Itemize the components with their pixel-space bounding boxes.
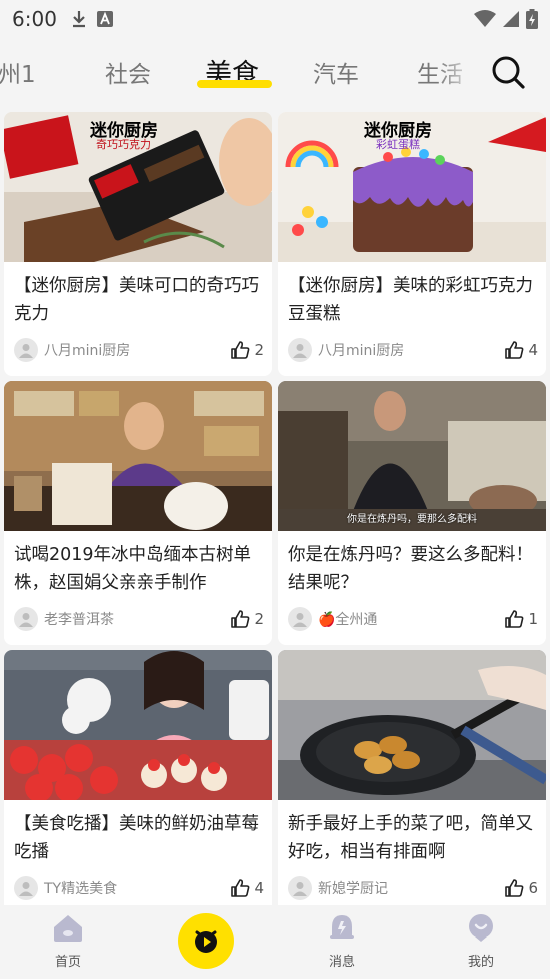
author-avatar[interactable]	[288, 607, 312, 631]
video-card-4[interactable]: 你是在炼丹吗，要那么多配料 你是在炼丹吗？要这么多配料！结果呢？ 🍎全州通 1	[278, 381, 546, 645]
video-card-2[interactable]: 迷你厨房 彩虹蛋糕 【迷你厨房】美味的彩虹巧克力豆蛋糕 八月mini厨房 4	[278, 112, 546, 376]
bell-icon	[330, 915, 354, 939]
home-icon	[54, 915, 82, 942]
author-name[interactable]: TY精选美食	[44, 878, 117, 898]
signal-icon	[503, 11, 519, 27]
author-name[interactable]: 八月mini厨房	[318, 340, 404, 360]
like-count: 4	[528, 341, 538, 359]
video-thumbnail-2[interactable]: 迷你厨房 彩虹蛋糕	[278, 112, 546, 262]
download-icon	[72, 11, 85, 28]
video-meta: 🍎全州通 1	[288, 606, 538, 632]
author-avatar[interactable]	[14, 876, 38, 900]
video-meta: TY精选美食 4	[14, 875, 264, 901]
like-button[interactable]: 4	[504, 340, 538, 360]
thumbs-up-icon	[505, 341, 524, 359]
wifi-icon	[474, 10, 496, 27]
video-card-3[interactable]: 试喝2019年冰中岛缅本古树单株，赵国娟父亲亲手制作 老李普洱茶 2	[4, 381, 272, 645]
user-avatar-icon	[293, 344, 307, 358]
author-name[interactable]: 🍎全州通	[318, 609, 377, 629]
thumbnail-overlay-subtitle-2: 彩虹蛋糕	[376, 138, 420, 151]
user-avatar-icon	[293, 882, 307, 896]
like-button[interactable]: 2	[230, 609, 264, 629]
video-title[interactable]: 试喝2019年冰中岛缅本古树单株，赵国娟父亲亲手制作	[14, 541, 262, 597]
like-button[interactable]: 1	[504, 609, 538, 629]
video-title[interactable]: 【迷你厨房】美味的彩虹巧克力豆蛋糕	[288, 272, 536, 328]
video-caption: 你是在炼丹吗，要那么多配料	[347, 514, 477, 525]
like-button[interactable]: 2	[230, 340, 264, 360]
user-avatar-icon	[19, 613, 33, 627]
thumbnail-overlay-subtitle-1: 奇巧巧克力	[96, 138, 151, 151]
author-avatar[interactable]	[14, 607, 38, 631]
user-avatar-icon	[19, 882, 33, 896]
author-avatar[interactable]	[288, 876, 312, 900]
center-play-button[interactable]	[178, 913, 234, 969]
thumbs-up-icon	[231, 610, 250, 628]
category-tab-bar: 州1 社会 美食 汽车 生活	[0, 38, 550, 106]
nav-home[interactable]: 首页	[28, 913, 108, 970]
video-meta: 八月mini厨房 4	[288, 337, 538, 363]
nav-home-label: 首页	[54, 955, 81, 970]
nav-mine-label: 我的	[467, 955, 494, 970]
font-a-icon	[96, 11, 113, 27]
video-meta: 八月mini厨房 2	[14, 337, 264, 363]
thumbs-up-icon	[505, 610, 524, 628]
bottom-navigation-bar: 首页 消息 我的	[0, 905, 550, 979]
video-card-6[interactable]: 新手最好上手的菜了吧，简单又好吃，相当有排面啊 新媳学厨记 6	[278, 650, 546, 914]
status-notification-icons	[71, 10, 113, 28]
like-count: 1	[528, 610, 538, 628]
video-thumbnail-6[interactable]	[278, 650, 546, 800]
status-time: 6:00	[12, 7, 57, 31]
thumbs-up-icon	[231, 341, 250, 359]
tab-fade-overlay	[437, 38, 477, 106]
tab-prev-category[interactable]: 州1	[0, 55, 36, 89]
user-avatar-icon	[19, 344, 33, 358]
author-avatar[interactable]	[14, 338, 38, 362]
user-avatar-icon	[293, 613, 307, 627]
tab-auto[interactable]: 汽车	[313, 55, 359, 89]
status-bar: 6:00	[0, 0, 550, 38]
like-count: 2	[254, 341, 264, 359]
profile-icon	[469, 914, 493, 942]
video-title[interactable]: 【迷你厨房】美味可口的奇巧巧克力	[14, 272, 262, 328]
active-tab-indicator	[197, 80, 272, 88]
camera-play-icon	[195, 930, 217, 953]
author-name[interactable]: 八月mini厨房	[44, 340, 130, 360]
author-name[interactable]: 新媳学厨记	[318, 878, 388, 898]
video-meta: 老李普洱茶 2	[14, 606, 264, 632]
tab-society[interactable]: 社会	[105, 55, 151, 89]
thumbs-up-icon	[505, 879, 524, 897]
status-system-icons	[474, 9, 538, 29]
video-thumbnail-3[interactable]	[4, 381, 272, 531]
battery-icon	[526, 9, 538, 29]
video-card-1[interactable]: 迷你厨房 奇巧巧克力 【迷你厨房】美味可口的奇巧巧克力 八月mini厨房 2	[4, 112, 272, 376]
like-count: 2	[254, 610, 264, 628]
video-thumbnail-4[interactable]: 你是在炼丹吗，要那么多配料	[278, 381, 546, 531]
video-title[interactable]: 新手最好上手的菜了吧，简单又好吃，相当有排面啊	[288, 810, 536, 866]
thumbs-up-icon	[231, 879, 250, 897]
author-name[interactable]: 老李普洱茶	[44, 609, 114, 629]
nav-mine[interactable]: 我的	[441, 913, 521, 970]
like-button[interactable]: 6	[504, 878, 538, 898]
nav-messages[interactable]: 消息	[302, 913, 382, 970]
video-thumbnail-1[interactable]: 迷你厨房 奇巧巧克力	[4, 112, 272, 262]
like-count: 4	[254, 879, 264, 897]
like-button[interactable]: 4	[230, 878, 264, 898]
video-card-5[interactable]: 【美食吃播】美味的鲜奶油草莓吃播 TY精选美食 4	[4, 650, 272, 914]
nav-messages-label: 消息	[328, 955, 355, 970]
like-count: 6	[528, 879, 538, 897]
video-title[interactable]: 【美食吃播】美味的鲜奶油草莓吃播	[14, 810, 262, 866]
video-title[interactable]: 你是在炼丹吗？要这么多配料！结果呢？	[288, 541, 536, 597]
search-icon[interactable]	[490, 54, 526, 90]
video-thumbnail-5[interactable]	[4, 650, 272, 800]
video-meta: 新媳学厨记 6	[288, 875, 538, 901]
author-avatar[interactable]	[288, 338, 312, 362]
